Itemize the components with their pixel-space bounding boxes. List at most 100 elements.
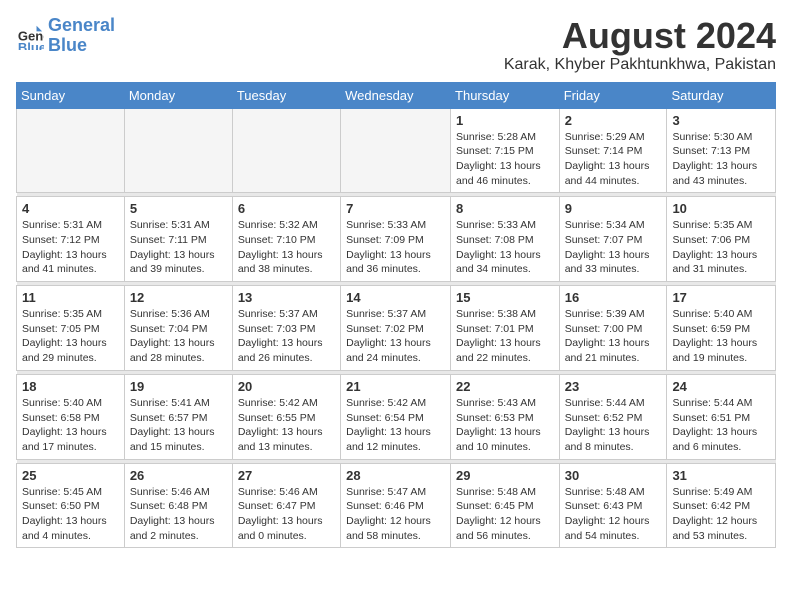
calendar-cell: 5Sunrise: 5:31 AM Sunset: 7:11 PM Daylig… <box>124 197 232 282</box>
day-number: 8 <box>456 201 554 216</box>
day-info: Sunrise: 5:48 AM Sunset: 6:45 PM Dayligh… <box>456 485 554 544</box>
day-info: Sunrise: 5:44 AM Sunset: 6:52 PM Dayligh… <box>565 396 662 455</box>
day-info: Sunrise: 5:35 AM Sunset: 7:06 PM Dayligh… <box>672 218 770 277</box>
calendar-cell: 24 Sunrise: 5:44 AM Sunset: 6:51 PM Dayli… <box>667 374 776 459</box>
day-number: 12 <box>130 290 227 305</box>
calendar-week-2: 4Sunrise: 5:31 AM Sunset: 7:12 PM Daylig… <box>17 197 776 282</box>
calendar-cell: 7 Sunrise: 5:33 AM Sunset: 7:09 PM Daylig… <box>341 197 451 282</box>
day-info: Sunrise: 5:33 AM Sunset: 7:09 PM Dayligh… <box>346 218 445 277</box>
calendar-cell: 10 Sunrise: 5:35 AM Sunset: 7:06 PM Dayli… <box>667 197 776 282</box>
day-number: 14 <box>346 290 445 305</box>
header-saturday: Saturday <box>667 82 776 108</box>
day-info: Sunrise: 5:28 AM Sunset: 7:15 PM Dayligh… <box>456 130 554 189</box>
day-info: Sunrise: 5:45 AM Sunset: 6:50 PM Dayligh… <box>22 485 119 544</box>
calendar-cell: 23 Sunrise: 5:44 AM Sunset: 6:52 PM Dayli… <box>559 374 667 459</box>
day-info: Sunrise: 5:36 AM Sunset: 7:04 PM Dayligh… <box>130 307 227 366</box>
day-info: Sunrise: 5:33 AM Sunset: 7:08 PM Dayligh… <box>456 218 554 277</box>
calendar-cell: 16 Sunrise: 5:39 AM Sunset: 7:00 PM Dayli… <box>559 286 667 371</box>
day-info: Sunrise: 5:30 AM Sunset: 7:13 PM Dayligh… <box>672 130 770 189</box>
header-friday: Friday <box>559 82 667 108</box>
calendar-cell: 4Sunrise: 5:31 AM Sunset: 7:12 PM Daylig… <box>17 197 125 282</box>
calendar-cell: 28Sunrise: 5:47 AM Sunset: 6:46 PM Dayli… <box>341 463 451 548</box>
day-number: 17 <box>672 290 770 305</box>
calendar-cell: 19 Sunrise: 5:41 AM Sunset: 6:57 PM Dayli… <box>124 374 232 459</box>
logo-icon: General Blue <box>16 22 44 50</box>
calendar-cell: 22Sunrise: 5:43 AM Sunset: 6:53 PM Dayli… <box>451 374 560 459</box>
day-info: Sunrise: 5:42 AM Sunset: 6:54 PM Dayligh… <box>346 396 445 455</box>
header-tuesday: Tuesday <box>232 82 340 108</box>
calendar-cell <box>341 108 451 193</box>
day-number: 4 <box>22 201 119 216</box>
calendar-cell: 12 Sunrise: 5:36 AM Sunset: 7:04 PM Dayli… <box>124 286 232 371</box>
day-info: Sunrise: 5:44 AM Sunset: 6:51 PM Dayligh… <box>672 396 770 455</box>
calendar-cell <box>124 108 232 193</box>
day-info: Sunrise: 5:42 AM Sunset: 6:55 PM Dayligh… <box>238 396 335 455</box>
calendar-cell: 1 Sunrise: 5:28 AM Sunset: 7:15 PM Daylig… <box>451 108 560 193</box>
day-number: 1 <box>456 113 554 128</box>
day-number: 18 <box>22 379 119 394</box>
day-info: Sunrise: 5:39 AM Sunset: 7:00 PM Dayligh… <box>565 307 662 366</box>
calendar-cell <box>232 108 340 193</box>
day-number: 3 <box>672 113 770 128</box>
calendar-cell: 31Sunrise: 5:49 AM Sunset: 6:42 PM Dayli… <box>667 463 776 548</box>
calendar-cell: 30Sunrise: 5:48 AM Sunset: 6:43 PM Dayli… <box>559 463 667 548</box>
page-header: General Blue GeneralBlue August 2024 Kar… <box>16 16 776 74</box>
logo-text: GeneralBlue <box>48 16 115 56</box>
day-info: Sunrise: 5:31 AM Sunset: 7:11 PM Dayligh… <box>130 218 227 277</box>
calendar-cell: 18 Sunrise: 5:40 AM Sunset: 6:58 PM Dayli… <box>17 374 125 459</box>
day-info: Sunrise: 5:34 AM Sunset: 7:07 PM Dayligh… <box>565 218 662 277</box>
month-year: August 2024 <box>504 16 776 56</box>
day-number: 28 <box>346 468 445 483</box>
calendar-cell: 3 Sunrise: 5:30 AM Sunset: 7:13 PM Daylig… <box>667 108 776 193</box>
calendar-cell: 2 Sunrise: 5:29 AM Sunset: 7:14 PM Daylig… <box>559 108 667 193</box>
day-number: 30 <box>565 468 662 483</box>
day-info: Sunrise: 5:40 AM Sunset: 6:58 PM Dayligh… <box>22 396 119 455</box>
day-number: 21 <box>346 379 445 394</box>
svg-text:Blue: Blue <box>18 40 44 50</box>
day-number: 19 <box>130 379 227 394</box>
calendar-week-4: 18 Sunrise: 5:40 AM Sunset: 6:58 PM Dayli… <box>17 374 776 459</box>
day-number: 13 <box>238 290 335 305</box>
location: Karak, Khyber Pakhtunkhwa, Pakistan <box>504 56 776 74</box>
calendar-cell: 14 Sunrise: 5:37 AM Sunset: 7:02 PM Dayli… <box>341 286 451 371</box>
day-number: 27 <box>238 468 335 483</box>
title-block: August 2024 Karak, Khyber Pakhtunkhwa, P… <box>504 16 776 74</box>
day-info: Sunrise: 5:41 AM Sunset: 6:57 PM Dayligh… <box>130 396 227 455</box>
calendar-cell: 20 Sunrise: 5:42 AM Sunset: 6:55 PM Dayli… <box>232 374 340 459</box>
day-number: 16 <box>565 290 662 305</box>
day-info: Sunrise: 5:46 AM Sunset: 6:47 PM Dayligh… <box>238 485 335 544</box>
calendar-header-row: Sunday Monday Tuesday Wednesday Thursday… <box>17 82 776 108</box>
calendar-cell: 9 Sunrise: 5:34 AM Sunset: 7:07 PM Daylig… <box>559 197 667 282</box>
day-number: 24 <box>672 379 770 394</box>
header-sunday: Sunday <box>17 82 125 108</box>
calendar-cell: 15 Sunrise: 5:38 AM Sunset: 7:01 PM Dayli… <box>451 286 560 371</box>
day-info: Sunrise: 5:46 AM Sunset: 6:48 PM Dayligh… <box>130 485 227 544</box>
calendar-cell: 17Sunrise: 5:40 AM Sunset: 6:59 PM Dayli… <box>667 286 776 371</box>
calendar-cell: 29Sunrise: 5:48 AM Sunset: 6:45 PM Dayli… <box>451 463 560 548</box>
calendar-week-3: 11Sunrise: 5:35 AM Sunset: 7:05 PM Dayli… <box>17 286 776 371</box>
header-thursday: Thursday <box>451 82 560 108</box>
day-info: Sunrise: 5:49 AM Sunset: 6:42 PM Dayligh… <box>672 485 770 544</box>
logo: General Blue GeneralBlue <box>16 16 115 56</box>
day-number: 9 <box>565 201 662 216</box>
day-number: 15 <box>456 290 554 305</box>
day-number: 20 <box>238 379 335 394</box>
day-number: 10 <box>672 201 770 216</box>
calendar-cell: 11Sunrise: 5:35 AM Sunset: 7:05 PM Dayli… <box>17 286 125 371</box>
calendar-cell <box>17 108 125 193</box>
header-wednesday: Wednesday <box>341 82 451 108</box>
day-number: 23 <box>565 379 662 394</box>
header-monday: Monday <box>124 82 232 108</box>
calendar-cell: 8 Sunrise: 5:33 AM Sunset: 7:08 PM Daylig… <box>451 197 560 282</box>
day-number: 22 <box>456 379 554 394</box>
day-number: 7 <box>346 201 445 216</box>
day-number: 2 <box>565 113 662 128</box>
day-number: 6 <box>238 201 335 216</box>
day-info: Sunrise: 5:29 AM Sunset: 7:14 PM Dayligh… <box>565 130 662 189</box>
day-info: Sunrise: 5:38 AM Sunset: 7:01 PM Dayligh… <box>456 307 554 366</box>
day-info: Sunrise: 5:37 AM Sunset: 7:02 PM Dayligh… <box>346 307 445 366</box>
calendar-cell: 25Sunrise: 5:45 AM Sunset: 6:50 PM Dayli… <box>17 463 125 548</box>
calendar-cell: 21 Sunrise: 5:42 AM Sunset: 6:54 PM Dayli… <box>341 374 451 459</box>
day-info: Sunrise: 5:37 AM Sunset: 7:03 PM Dayligh… <box>238 307 335 366</box>
calendar-table: Sunday Monday Tuesday Wednesday Thursday… <box>16 82 776 549</box>
